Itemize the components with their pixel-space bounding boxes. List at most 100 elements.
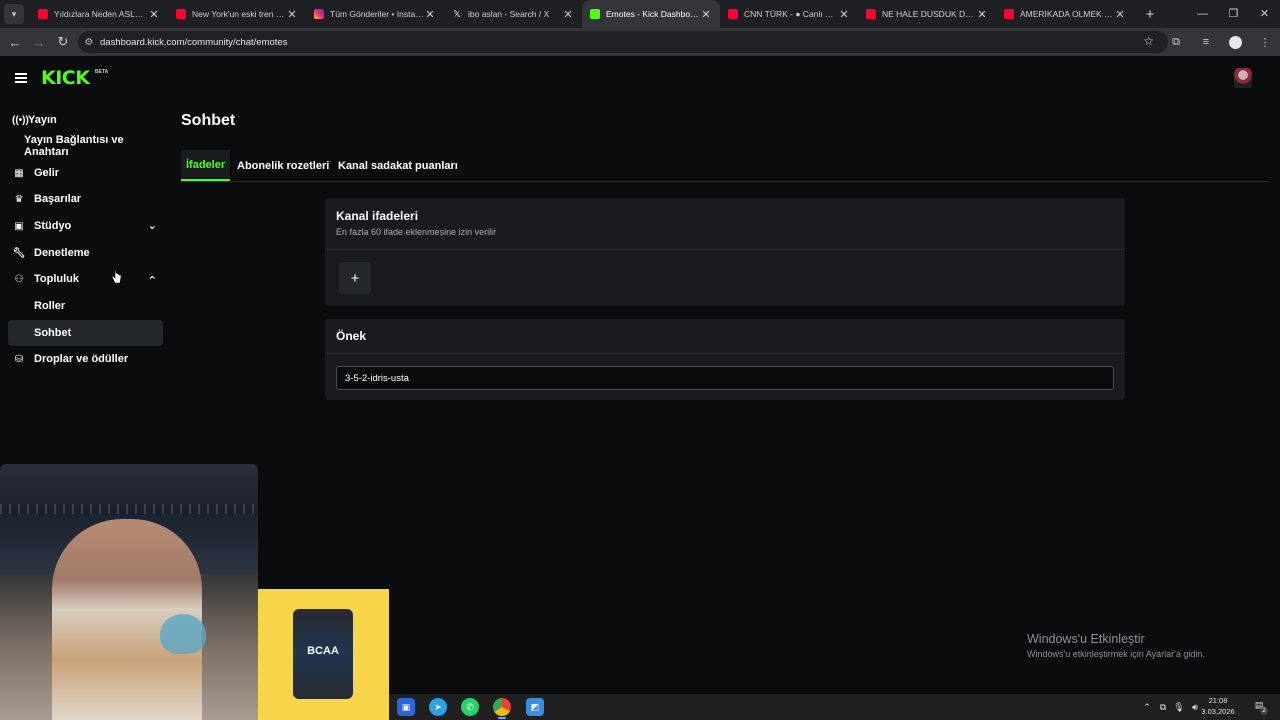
add-emote-button[interactable]: +: [339, 262, 371, 294]
browser-tab[interactable]: Yıldızlara Neden ASLA Gi ✕: [30, 0, 168, 28]
city-lights: [0, 504, 258, 514]
sidebar-item-roller[interactable]: Roller: [8, 293, 163, 319]
site-info-icon[interactable]: ⚙: [78, 37, 100, 48]
broadcast-icon: ((•)): [12, 114, 29, 126]
forward-icon[interactable]: →: [27, 35, 51, 50]
supplement-tub: BCAA: [293, 609, 353, 699]
browser-tab[interactable]: New York'un eski tren yol ✕: [168, 0, 306, 28]
browser-tab[interactable]: Tüm Gönderiler • Instagra ✕: [306, 0, 444, 28]
browser-tabstrip: ▾ Yıldızlara Neden ASLA Gi ✕ New York'un…: [0, 0, 1280, 28]
new-tab-icon[interactable]: +: [1138, 6, 1162, 23]
divider: [325, 249, 1125, 250]
restore-icon[interactable]: ❐: [1218, 0, 1249, 28]
notification-count: 2: [1260, 707, 1268, 715]
chrome-icon[interactable]: [493, 698, 511, 719]
browser-tab[interactable]: 𝕏 ibo aslan - Search / X ✕: [444, 0, 582, 28]
close-icon[interactable]: ✕: [1114, 8, 1126, 21]
url-text: dashboard.kick.com/community/chat/emotes: [100, 36, 288, 48]
studio-icon: ▣: [14, 220, 24, 232]
sidebar-item-basarilar[interactable]: ♛ Başarılar: [8, 186, 163, 212]
trophy-icon: ♛: [14, 193, 24, 205]
close-icon[interactable]: ✕: [148, 8, 160, 21]
channel-emotes-card: Kanal ifadeleri En fazla 60 ifade eklenm…: [325, 198, 1125, 306]
chevron-up-icon[interactable]: ⌃: [1139, 702, 1155, 713]
youtube-icon: [38, 9, 48, 19]
browser-tab[interactable]: AMERIKADA OLMEK ICIN ✕: [996, 0, 1134, 28]
sidebar-item-denetleme[interactable]: 🔧︎ Denetleme: [8, 240, 163, 266]
window-controls: — ❐ ✕: [1187, 0, 1280, 28]
instagram-icon: [314, 9, 324, 19]
profile-icon[interactable]: [1229, 35, 1242, 49]
close-icon[interactable]: ✕: [562, 8, 574, 21]
clock-date: 3.03.2026: [1201, 707, 1235, 716]
telegram-icon[interactable]: ➤: [429, 698, 447, 716]
sidebar-item-yayin[interactable]: ((•)) Yayın: [8, 107, 163, 133]
tab-kanal-sadakat-puanlari[interactable]: Kanal sadakat puanları: [338, 150, 458, 181]
emotes-card-subtitle: En fazla 60 ifade eklenmesine izin veril…: [336, 227, 497, 237]
microphone-icon[interactable]: 🎙︎: [1171, 702, 1187, 713]
menu-icon[interactable]: ⋮: [1250, 36, 1280, 49]
mouse-cursor: [112, 270, 121, 284]
media-control-icon[interactable]: ≡: [1191, 36, 1221, 48]
sidebar-item-topluluk[interactable]: ⚇ Topluluk ⌃: [8, 266, 163, 292]
sponsor-promo: BCAA: [258, 589, 389, 720]
bookmark-star-icon[interactable]: ☆: [1143, 34, 1154, 48]
sidebar-item-droplar[interactable]: ⛁ Droplar ve ödüller: [8, 346, 163, 372]
browser-tab-active[interactable]: Emotes - Kick Dashboard ✕: [582, 0, 720, 28]
prefix-input[interactable]: [336, 366, 1114, 390]
whatsapp-icon[interactable]: ✆: [461, 698, 479, 716]
close-window-icon[interactable]: ✕: [1249, 0, 1280, 28]
prefix-card-title: Önek: [336, 329, 367, 343]
wrench-icon: 🔧︎: [12, 247, 26, 259]
content-tabs: İfadeler Abonelik rozetleri Kanal sadaka…: [181, 150, 1269, 182]
beta-badge: BETA: [95, 69, 109, 75]
address-bar[interactable]: ⚙ dashboard.kick.com/community/chat/emot…: [78, 31, 1168, 53]
back-icon[interactable]: ←: [3, 35, 27, 50]
hamburger-menu-icon[interactable]: [15, 73, 27, 83]
sidebar-item-sohbet[interactable]: Sohbet: [8, 320, 163, 346]
close-icon[interactable]: ✕: [838, 8, 850, 21]
chart-icon: ▦: [14, 167, 24, 179]
taskbar: ▣ ➤ ✆ ◩ ⌃ ⧉ 🎙︎ 🔊︎: [389, 694, 1280, 720]
sidebar-item-studyo[interactable]: ▣ Stüdyo ⌄: [8, 213, 163, 239]
reload-icon[interactable]: ↻: [51, 34, 75, 50]
close-icon[interactable]: ✕: [286, 8, 298, 21]
activation-watermark-title: Windows'u Etkinleştir: [1027, 632, 1145, 646]
sidebar-item-gelir[interactable]: ▦ Gelir: [8, 160, 163, 186]
promo-label: BCAA: [307, 645, 339, 657]
drops-icon: ⛁: [14, 353, 24, 365]
drink-glass: [160, 614, 206, 654]
tab-abonelik-rozetleri[interactable]: Abonelik rozetleri: [237, 150, 329, 181]
close-icon[interactable]: ✕: [424, 8, 436, 21]
prefix-card: Önek: [325, 319, 1125, 400]
youtube-icon: [728, 9, 738, 19]
tab-search-icon[interactable]: ▾: [4, 4, 24, 24]
browser-toolbar: ← → ↻ ⚙ dashboard.kick.com/community/cha…: [0, 28, 1280, 56]
emotes-card-title: Kanal ifadeleri: [336, 209, 419, 223]
kick-logo[interactable]: KICK: [41, 69, 90, 88]
minimize-icon[interactable]: —: [1187, 0, 1218, 28]
taskbar-app-icon[interactable]: ▣: [397, 698, 415, 716]
webcam-overlay: [0, 464, 258, 720]
close-icon[interactable]: ✕: [700, 8, 712, 21]
youtube-icon: [1004, 9, 1014, 19]
youtube-icon: [866, 9, 876, 19]
chevron-up-icon: ⌃: [147, 275, 157, 287]
tab-ifadeler[interactable]: İfadeler: [181, 150, 231, 181]
browser-tab[interactable]: CNN TÜRK - ● Canlı Yay ✕: [720, 0, 858, 28]
app-header: KICK BETA: [0, 56, 1280, 102]
sidebar-item-stream-key[interactable]: Yayın Bağlantısı ve Anahtarı: [8, 133, 163, 159]
system-tray: ⌃ ⧉ 🎙︎ 🔊︎: [1139, 694, 1203, 720]
x-icon: 𝕏: [453, 9, 461, 19]
photos-app-icon[interactable]: ◩: [526, 698, 544, 716]
divider: [325, 353, 1125, 354]
extensions-icon[interactable]: ⧉: [1161, 36, 1191, 49]
browser-tab[interactable]: NE HALE DUSDUK DUYAN ✕: [858, 0, 996, 28]
kick-icon: [590, 9, 600, 19]
close-icon[interactable]: ✕: [976, 8, 988, 21]
network-icon[interactable]: ⧉: [1155, 702, 1171, 713]
taskbar-clock[interactable]: 21:08 3.03.2026: [1195, 695, 1241, 717]
avatar[interactable]: [1234, 68, 1252, 88]
clock-time: 21:08: [1208, 696, 1228, 705]
community-icon: ⚇: [14, 273, 24, 285]
